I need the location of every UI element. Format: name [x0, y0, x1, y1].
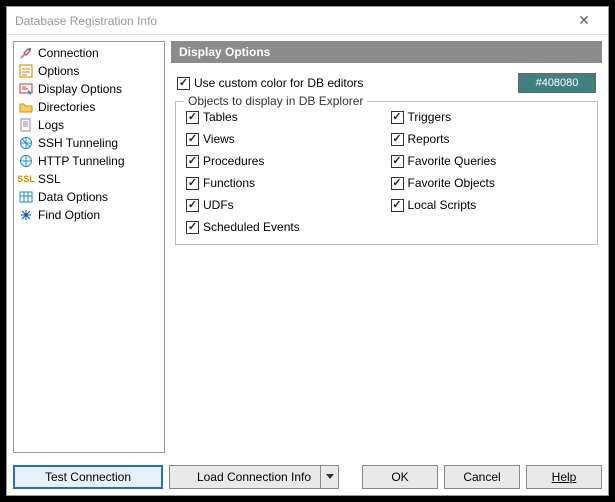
checkbox-triggers[interactable]: Triggers — [391, 110, 588, 124]
folder-icon — [18, 99, 34, 115]
sidebar-item-label: Find Option — [38, 208, 100, 222]
checkbox-box-icon — [391, 155, 404, 168]
document-icon — [18, 117, 34, 133]
titlebar: Database Registration Info ✕ — [7, 7, 608, 35]
color-swatch[interactable]: #408080 — [518, 73, 596, 93]
checkbox-box-icon — [177, 77, 190, 90]
objects-fieldset: Objects to display in DB Explorer Tables… — [175, 101, 598, 245]
button-label: Cancel — [463, 470, 500, 484]
checkbox-box-icon — [391, 177, 404, 190]
checkbox-functions[interactable]: Functions — [186, 176, 383, 190]
checkbox-label: Reports — [408, 132, 450, 146]
checkbox-views[interactable]: Views — [186, 132, 383, 146]
main-panel: Display Options Use custom color for DB … — [171, 41, 602, 453]
sidebar-item-connection[interactable]: Connection — [14, 44, 164, 62]
cancel-button[interactable]: Cancel — [444, 465, 520, 489]
load-connection-info-button[interactable]: Load Connection Info — [169, 465, 339, 489]
sidebar-item-label: Display Options — [38, 82, 122, 96]
test-connection-button[interactable]: Test Connection — [13, 465, 163, 489]
sidebar: Connection Options Display Options Direc… — [13, 41, 165, 453]
display-icon — [18, 81, 34, 97]
globe-icon — [18, 135, 34, 151]
sidebar-item-label: SSL — [38, 172, 61, 186]
sidebar-item-label: Logs — [38, 118, 64, 132]
checkbox-favorite-objects[interactable]: Favorite Objects — [391, 176, 588, 190]
checkbox-label: Favorite Queries — [408, 154, 497, 168]
checkbox-label: Triggers — [408, 110, 452, 124]
objects-col-left: Tables Views Procedures Functions UDFs S… — [186, 110, 383, 234]
sidebar-item-ssl[interactable]: SSL SSL — [14, 170, 164, 188]
grid-icon — [18, 189, 34, 205]
sidebar-item-label: Data Options — [38, 190, 108, 204]
checkbox-box-icon — [391, 133, 404, 146]
checkbox-label: Procedures — [203, 154, 264, 168]
checkbox-label: Views — [203, 132, 235, 146]
checkbox-box-icon — [186, 199, 199, 212]
checkbox-local-scripts[interactable]: Local Scripts — [391, 198, 588, 212]
button-label: OK — [391, 470, 408, 484]
checkbox-box-icon — [186, 221, 199, 234]
sidebar-item-label: HTTP Tunneling — [38, 154, 125, 168]
sidebar-item-directories[interactable]: Directories — [14, 98, 164, 116]
dialog-body: Connection Options Display Options Direc… — [7, 35, 608, 459]
sidebar-item-label: SSH Tunneling — [38, 136, 118, 150]
dropdown-arrow-icon[interactable] — [320, 466, 338, 488]
sidebar-item-label: Directories — [38, 100, 95, 114]
checkbox-favorite-queries[interactable]: Favorite Queries — [391, 154, 588, 168]
checkbox-tables[interactable]: Tables — [186, 110, 383, 124]
help-button[interactable]: Help — [526, 465, 602, 489]
checkbox-label: UDFs — [203, 198, 234, 212]
checkbox-box-icon — [186, 177, 199, 190]
fieldset-legend: Objects to display in DB Explorer — [184, 94, 367, 108]
checkbox-label: Tables — [203, 110, 238, 124]
sidebar-item-options[interactable]: Options — [14, 62, 164, 80]
checkbox-scheduled-events[interactable]: Scheduled Events — [186, 220, 383, 234]
checkbox-box-icon — [391, 199, 404, 212]
checkbox-procedures[interactable]: Procedures — [186, 154, 383, 168]
objects-grid: Tables Views Procedures Functions UDFs S… — [186, 110, 587, 234]
checkbox-label: Use custom color for DB editors — [194, 76, 363, 90]
button-label: Test Connection — [45, 470, 131, 484]
sidebar-item-http[interactable]: HTTP Tunneling — [14, 152, 164, 170]
sidebar-item-logs[interactable]: Logs — [14, 116, 164, 134]
checkbox-box-icon — [186, 133, 199, 146]
sidebar-item-display-options[interactable]: Display Options — [14, 80, 164, 98]
checkbox-label: Local Scripts — [408, 198, 477, 212]
sidebar-item-ssh[interactable]: SSH Tunneling — [14, 134, 164, 152]
button-label: Help — [552, 470, 577, 484]
close-icon[interactable]: ✕ — [568, 12, 600, 29]
sidebar-item-label: Options — [38, 64, 79, 78]
button-label: Load Connection Info — [197, 470, 311, 484]
window-title: Database Registration Info — [15, 14, 568, 28]
checkbox-reports[interactable]: Reports — [391, 132, 588, 146]
button-bar: Test Connection Load Connection Info OK … — [7, 459, 608, 495]
sidebar-item-find[interactable]: Find Option — [14, 206, 164, 224]
ok-button[interactable]: OK — [362, 465, 438, 489]
checkbox-label: Favorite Objects — [408, 176, 495, 190]
checkbox-udfs[interactable]: UDFs — [186, 198, 383, 212]
checklist-icon — [18, 63, 34, 79]
checkbox-box-icon — [186, 155, 199, 168]
objects-col-right: Triggers Reports Favorite Queries Favori… — [391, 110, 588, 234]
checkbox-box-icon — [391, 111, 404, 124]
find-icon — [18, 207, 34, 223]
sidebar-item-data-options[interactable]: Data Options — [14, 188, 164, 206]
checkbox-label: Scheduled Events — [203, 220, 300, 234]
dialog-window: Database Registration Info ✕ Connection … — [6, 6, 609, 496]
checkbox-box-icon — [186, 111, 199, 124]
use-custom-color-checkbox[interactable]: Use custom color for DB editors — [177, 76, 363, 90]
spacer — [345, 465, 356, 489]
plug-icon — [18, 45, 34, 61]
sidebar-item-label: Connection — [38, 46, 99, 60]
ssl-icon: SSL — [18, 171, 34, 187]
globe-icon — [18, 153, 34, 169]
section-header: Display Options — [171, 41, 602, 63]
checkbox-label: Functions — [203, 176, 255, 190]
